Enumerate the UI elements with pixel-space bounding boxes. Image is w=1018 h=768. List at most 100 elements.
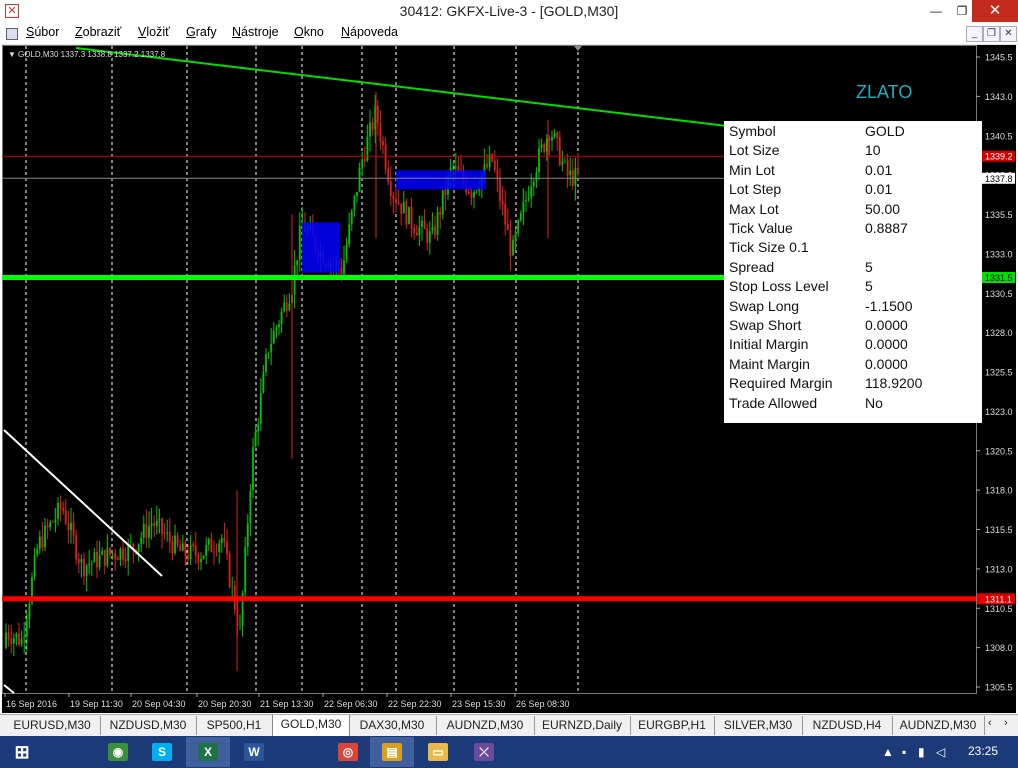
menu-loi[interactable]: Vložiť: [138, 25, 170, 39]
price-axis-label: 1308.0: [985, 643, 1013, 653]
price-axis-label: 1313.0: [985, 564, 1013, 574]
price-tag-green: 1331.5: [985, 273, 1013, 283]
price-axis-label: 1315.5: [985, 525, 1013, 535]
info-label: Lot Step: [729, 181, 782, 198]
info-value: 0.0000: [865, 317, 908, 333]
chart-tab[interactable]: AUDNZD,M30: [892, 716, 985, 735]
mdi-minimize-button[interactable]: _: [966, 26, 983, 42]
info-value: -1.1500: [865, 297, 913, 314]
time-axis-label: 19 Sep 11:30: [70, 699, 123, 709]
time-axis-label: 22 Sep 06:30: [324, 699, 378, 709]
info-value: 5: [865, 258, 873, 275]
price-tag-red-top: 1339.2: [985, 152, 1013, 162]
time-axis-label: 20 Sep 20:30: [198, 699, 252, 709]
chart-watermark-label: ZLATO: [856, 82, 913, 102]
price-tag-current: 1337.8: [985, 174, 1013, 184]
app-purple-icon: ⤫: [474, 743, 494, 761]
title-bar: ✕ 30412: GKFX-Live-3 - [GOLD,M30] — ❐ ✕: [0, 0, 1018, 23]
price-axis-label: 1340.5: [985, 131, 1013, 141]
chart-tab[interactable]: GOLD,M30: [272, 715, 350, 737]
taskbar-windows-start-button[interactable]: ⊞: [0, 737, 44, 767]
windows-start-icon: ⊞: [14, 742, 30, 762]
menu-stroje[interactable]: Nástroje: [232, 25, 279, 39]
taskbar-clock[interactable]: 23:25: [968, 744, 998, 758]
tray-app-icon[interactable]: ▪: [902, 745, 906, 759]
mdi-close-button[interactable]: ✕: [1000, 26, 1017, 42]
file-explorer-icon: ▭: [428, 743, 448, 761]
info-label: Swap Short: [729, 317, 802, 333]
info-label: Max Lot: [729, 200, 779, 217]
menu-obrazi[interactable]: Zobraziť: [75, 25, 121, 39]
time-axis-label: 22 Sep 22:30: [388, 699, 442, 709]
info-value: 50.00: [865, 200, 901, 217]
taskbar-metatrader-button[interactable]: ▤: [370, 737, 414, 767]
menu-bar: Súbor Zobraziť Vložiť Grafy Nástroje Okno Nápo…: [0, 23, 1018, 45]
close-button[interactable]: ✕: [972, 0, 1018, 22]
info-label: Lot Size: [729, 142, 780, 159]
info-label: Tick Size 0.1: [729, 239, 809, 256]
taskbar-chrome-button[interactable]: ◎: [326, 737, 370, 767]
info-value: 0.8887: [865, 220, 908, 236]
price-axis-label: 1330.5: [985, 289, 1013, 299]
excel-icon: X: [198, 743, 218, 761]
network-icon[interactable]: ▮: [918, 745, 925, 759]
chrome-icon: ◎: [338, 743, 358, 761]
time-axis-label: 21 Sep 13:30: [260, 699, 314, 709]
chart-tab[interactable]: SILVER,M30: [714, 716, 803, 735]
volume-icon[interactable]: ◁: [936, 745, 945, 759]
tabs-scroll-left-icon[interactable]: ‹: [988, 717, 992, 729]
taskbar-app-sphere-button[interactable]: ◉: [96, 737, 140, 767]
window-title: 30412: GKFX-Live-3 - [GOLD,M30]: [399, 3, 619, 19]
taskbar-word-button[interactable]: W: [232, 737, 276, 767]
tabs-scroll-right-icon[interactable]: ›: [1004, 717, 1008, 729]
price-axis-label: 1318.0: [985, 486, 1013, 496]
price-axis-label: 1335.5: [985, 210, 1013, 220]
chart-tab[interactable]: DAX30,M30: [348, 716, 437, 735]
chart-tab[interactable]: EURNZD,Daily: [534, 716, 631, 735]
chart-tab[interactable]: NZDUSD,H4: [802, 716, 893, 735]
info-label: Stop Loss Level: [729, 278, 829, 295]
chart-tab[interactable]: NZDUSD,M30: [100, 716, 197, 735]
chart-header-ohlc: GOLD,M30 1337.3 1338.8 1337.2 1337.8: [18, 50, 166, 59]
info-label: Maint Margin: [729, 355, 810, 372]
price-axis-label: 1305.5: [985, 683, 1013, 693]
menu-bor[interactable]: Súbor: [26, 25, 59, 39]
price-axis-label: 1310.5: [985, 604, 1013, 614]
word-icon: W: [244, 743, 264, 761]
white-trend-line: [3, 429, 163, 577]
price-axis-label: 1323.0: [985, 407, 1013, 417]
chart-shift-icon: [574, 46, 582, 51]
info-value: 0.01: [865, 181, 893, 198]
info-label: Swap Long: [729, 297, 800, 314]
app-sphere-icon: ◉: [108, 743, 128, 761]
info-value: 0.01: [865, 161, 893, 178]
taskbar-excel-button[interactable]: X: [186, 737, 230, 767]
price-axis-label: 1328.0: [985, 328, 1013, 338]
tray-show-hidden-icon[interactable]: ▲: [882, 745, 894, 759]
chart-tab[interactable]: EURGBP,H1: [630, 716, 715, 735]
taskbar-file-explorer-button[interactable]: ▭: [416, 737, 460, 767]
price-axis-label: 1345.5: [985, 53, 1013, 63]
info-label: Symbol: [729, 123, 776, 139]
taskbar-skype-button[interactable]: S: [140, 737, 184, 767]
info-value: 0.0000: [865, 355, 908, 372]
chart-tab[interactable]: SP500,H1: [196, 716, 273, 735]
time-axis-label: 26 Sep 08:30: [516, 699, 570, 709]
chart-window-icon[interactable]: [6, 28, 18, 40]
skype-icon: S: [152, 743, 172, 761]
supply-zone-box: [302, 222, 340, 273]
menu-poveda[interactable]: Nápoveda: [341, 25, 398, 39]
info-value: 0.0000: [865, 336, 908, 353]
time-axis-label: 16 Sep 2016: [6, 699, 57, 709]
supply-zone-box: [396, 170, 486, 190]
chart-tab[interactable]: EURUSD,M30: [4, 716, 101, 735]
price-axis-label: 1325.5: [985, 368, 1013, 378]
chart-header-arrow-icon: ▼: [8, 50, 16, 59]
mdi-restore-button[interactable]: ❐: [983, 26, 1000, 42]
time-axis-label: 20 Sep 04:30: [132, 699, 186, 709]
taskbar-app-purple-button[interactable]: ⤫: [462, 737, 506, 767]
menu-kno[interactable]: Okno: [294, 25, 324, 39]
menu-rafy[interactable]: Grafy: [186, 25, 217, 39]
symbol-info-panel: Symbol GOLD Lot Size 10 Min Lot 0.01 Lot Step 0…: [724, 121, 982, 423]
chart-tab[interactable]: AUDNZD,M30: [436, 716, 535, 735]
